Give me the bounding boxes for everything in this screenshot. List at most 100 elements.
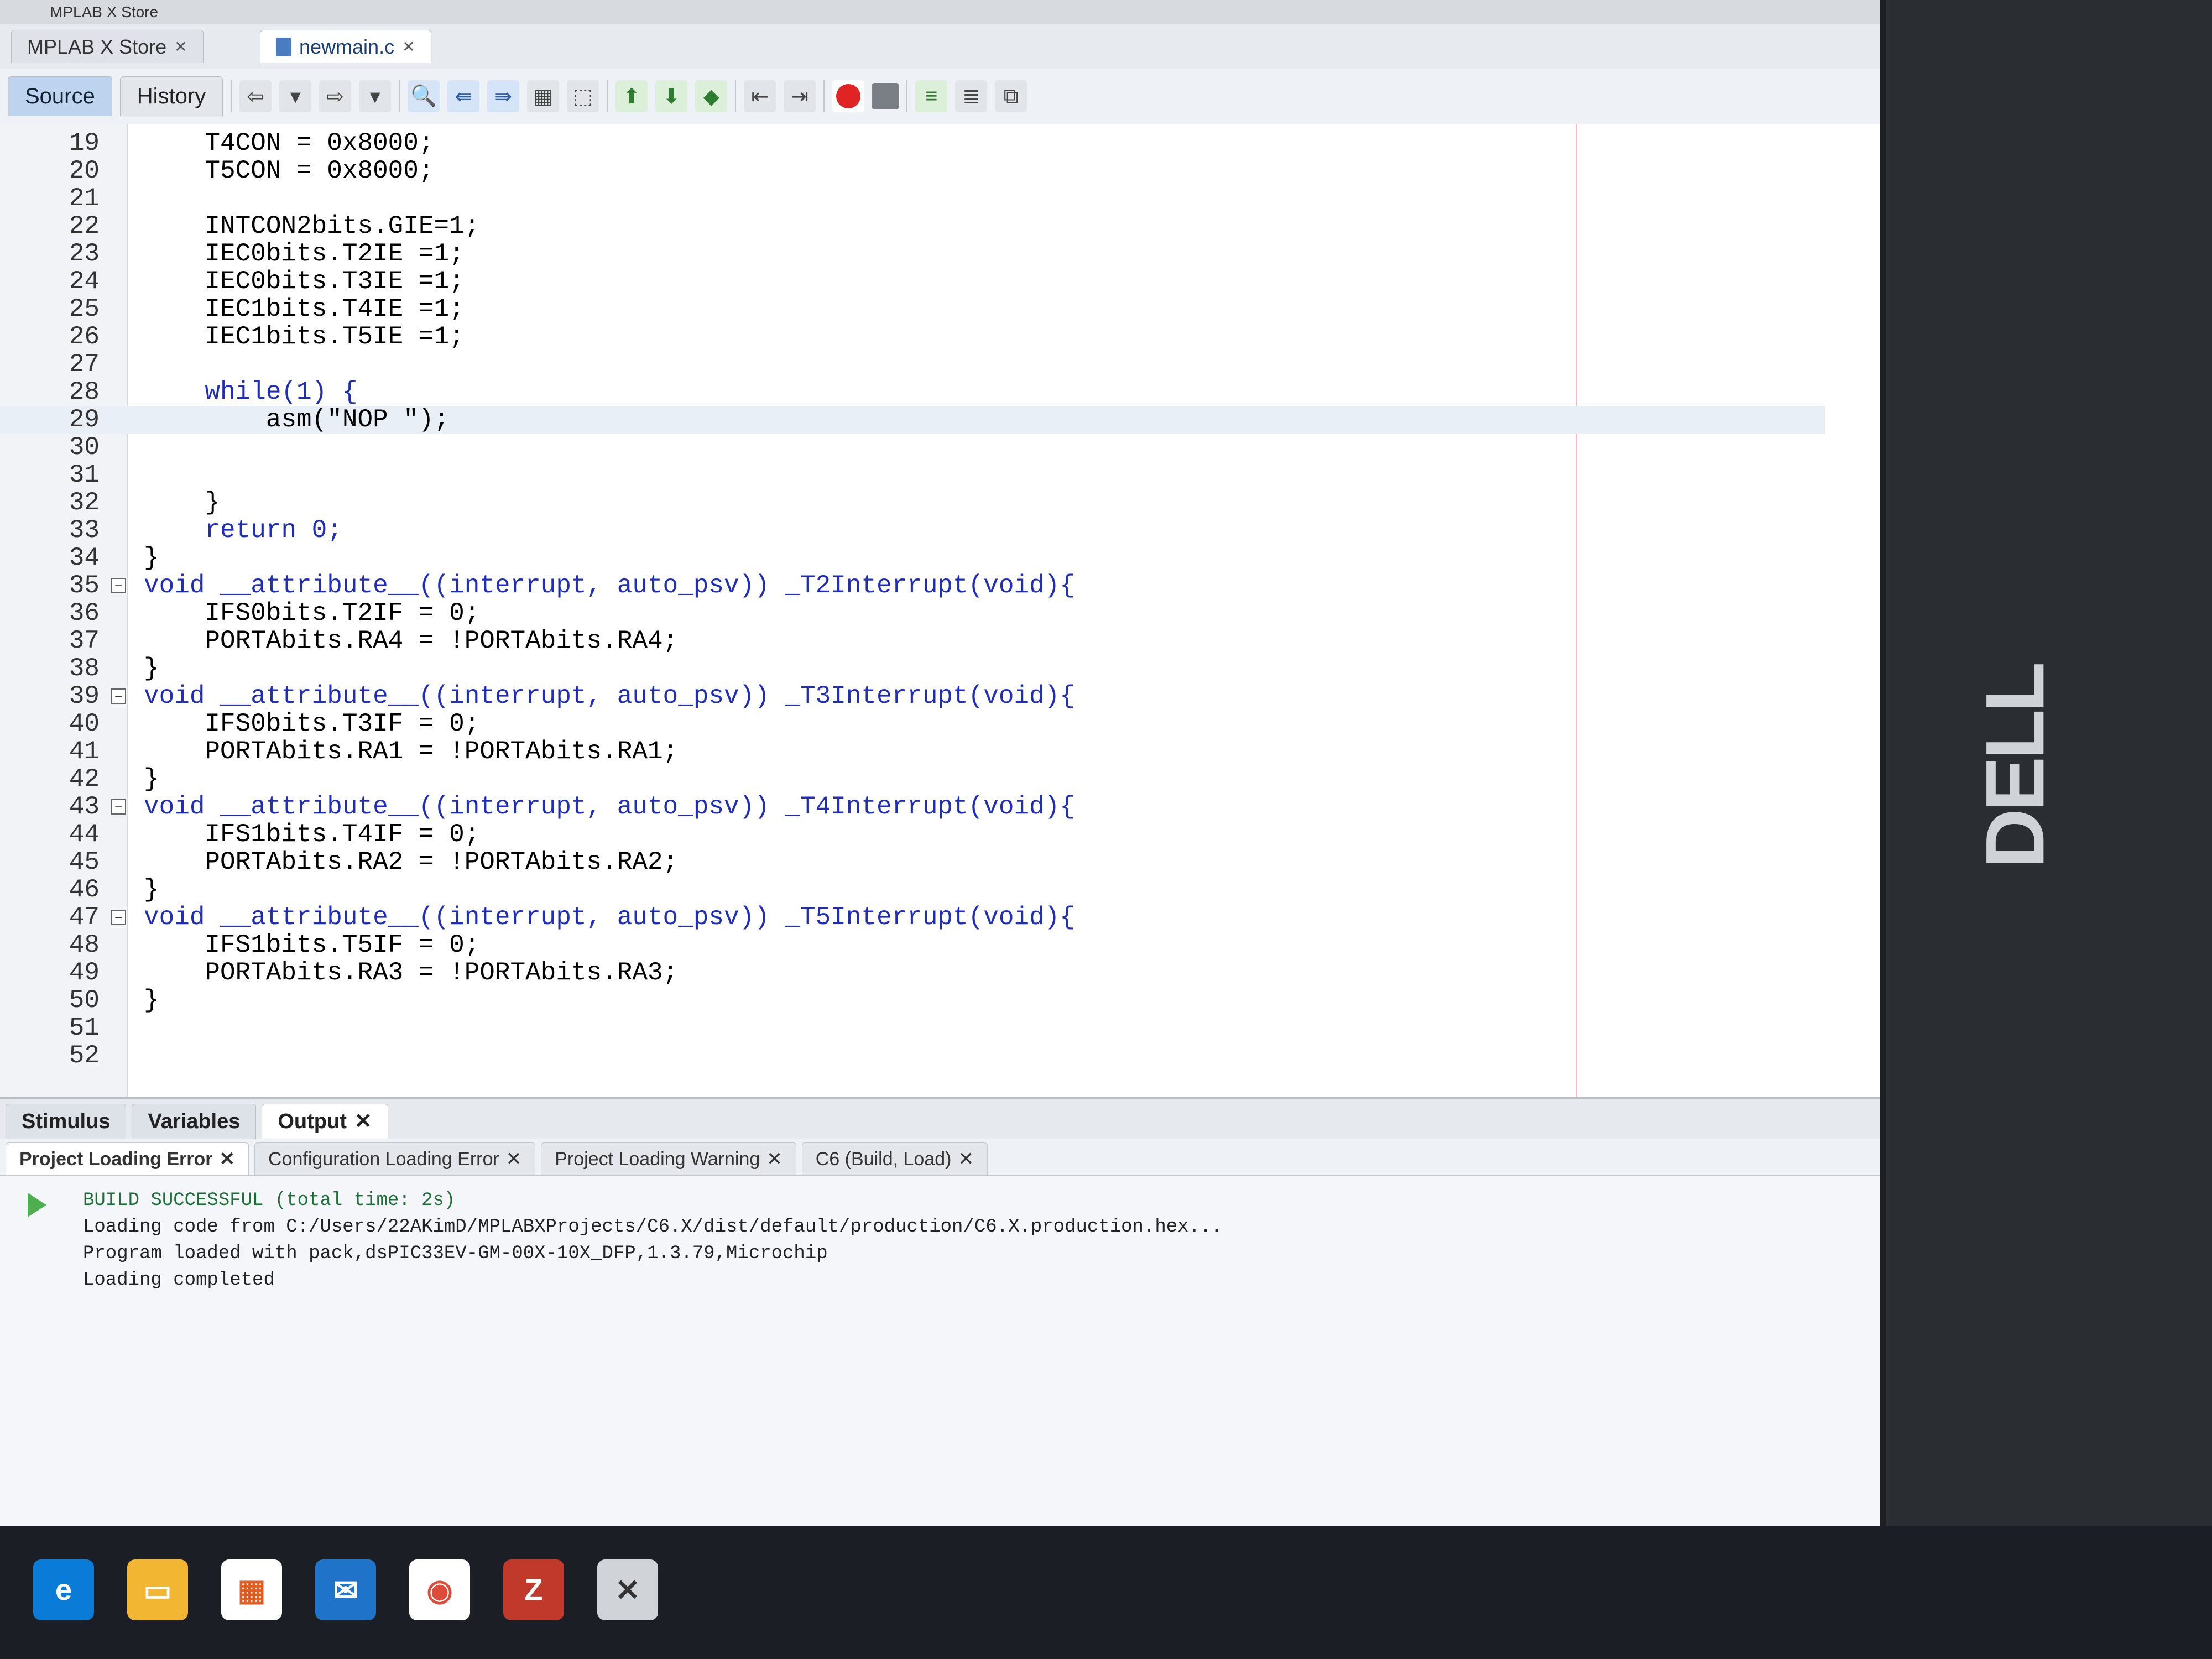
history-view-tab[interactable]: History bbox=[119, 76, 223, 116]
close-icon[interactable]: ✕ bbox=[174, 30, 187, 64]
toolbar-separator bbox=[735, 80, 737, 112]
forward-icon[interactable]: ⇨ bbox=[319, 80, 352, 112]
output-line: Loading completed bbox=[83, 1270, 275, 1291]
mplab-ide-icon[interactable]: ✕ bbox=[597, 1559, 658, 1620]
code-line[interactable]: 27 bbox=[0, 351, 1825, 378]
code-line[interactable]: 48 IFS1bits.T5IF = 0; bbox=[0, 931, 1825, 959]
code-text: T4CON = 0x8000; bbox=[144, 129, 434, 158]
code-text: INTCON2bits.GIE=1; bbox=[144, 212, 480, 241]
edge-browser-icon[interactable]: e bbox=[33, 1559, 94, 1620]
line-number: 31 bbox=[69, 461, 100, 489]
code-line[interactable]: 38} bbox=[0, 655, 1825, 682]
subtab-configuration-loading-error[interactable]: Configuration Loading Error ✕ bbox=[254, 1142, 536, 1175]
code-line[interactable]: 22 INTCON2bits.GIE=1; bbox=[0, 212, 1825, 240]
line-number: 50 bbox=[69, 986, 100, 1015]
line-number: 28 bbox=[69, 378, 100, 406]
code-line[interactable]: 41 PORTAbits.RA1 = !PORTAbits.RA1; bbox=[0, 738, 1825, 765]
line-number: 32 bbox=[69, 488, 100, 517]
tab-stimulus[interactable]: Stimulus bbox=[6, 1104, 127, 1139]
source-view-tab[interactable]: Source bbox=[8, 76, 112, 116]
shift-right-icon[interactable]: ⇥ bbox=[784, 80, 816, 112]
close-icon[interactable]: ✕ bbox=[220, 1143, 236, 1175]
current-code-line[interactable]: 29 asm("NOP "); bbox=[0, 406, 1825, 434]
file-explorer-icon[interactable]: ▭ bbox=[127, 1559, 188, 1620]
search-icon[interactable]: 🔍 bbox=[408, 80, 440, 112]
output-console[interactable]: BUILD SUCCESSFUL (total time: 2s) Loading… bbox=[83, 1187, 1223, 1293]
line-number: 42 bbox=[69, 765, 100, 794]
panel-tab-bar: Stimulus Variables Output ✕ bbox=[0, 1099, 1880, 1139]
next-bookmark-icon[interactable]: ⬇ bbox=[655, 80, 688, 112]
code-line[interactable]: 24 IEC0bits.T3IE =1; bbox=[0, 268, 1825, 295]
comment-icon[interactable]: ≡ bbox=[915, 80, 948, 112]
code-line[interactable]: 35 void __attribute__((interrupt, auto_ps… bbox=[0, 572, 1825, 599]
chrome-browser-icon[interactable]: ◉ bbox=[409, 1559, 470, 1620]
code-line[interactable]: 43 void __attribute__((interrupt, auto_ps… bbox=[0, 793, 1825, 821]
close-icon[interactable]: ✕ bbox=[958, 1143, 974, 1175]
pdf-reader-icon[interactable]: Z bbox=[503, 1559, 564, 1620]
code-line[interactable]: 46} bbox=[0, 876, 1825, 904]
line-number: 24 bbox=[69, 267, 100, 296]
code-line[interactable]: 20 T5CON = 0x8000; bbox=[0, 157, 1825, 185]
code-editor[interactable]: 19 T4CON = 0x8000; 20 T5CON = 0x8000; 21… bbox=[0, 124, 1880, 1097]
code-line[interactable]: 36 IFS0bits.T2IF = 0; bbox=[0, 599, 1825, 627]
close-icon[interactable]: ✕ bbox=[402, 30, 415, 64]
rerun-icon[interactable] bbox=[28, 1193, 46, 1217]
subtab-project-loading-error[interactable]: Project Loading Error ✕ bbox=[6, 1142, 249, 1175]
code-line[interactable]: 32 } bbox=[0, 489, 1825, 517]
subtab-project-loading-warning[interactable]: Project Loading Warning ✕ bbox=[541, 1142, 796, 1175]
code-line[interactable]: 31 bbox=[0, 461, 1825, 489]
stop-macro-icon[interactable] bbox=[872, 83, 899, 109]
code-line[interactable]: 21 bbox=[0, 185, 1825, 212]
editor-tab-bar: MPLAB X Store ✕ newmain.c ✕ bbox=[0, 24, 1880, 69]
code-line[interactable]: 40 IFS0bits.T3IF = 0; bbox=[0, 710, 1825, 738]
output-line: BUILD SUCCESSFUL (total time: 2s) bbox=[83, 1190, 456, 1211]
toolbar-separator bbox=[906, 80, 908, 112]
code-line[interactable]: 42} bbox=[0, 765, 1825, 793]
code-line[interactable]: 30 bbox=[0, 434, 1825, 461]
code-line[interactable]: 23 IEC0bits.T2IE =1; bbox=[0, 240, 1825, 268]
mail-icon[interactable]: ✉ bbox=[315, 1559, 376, 1620]
line-number: 49 bbox=[69, 958, 100, 987]
tab-variables[interactable]: Variables bbox=[132, 1104, 257, 1139]
store-icon[interactable]: ▦ bbox=[221, 1559, 282, 1620]
code-text: return 0; bbox=[144, 516, 342, 545]
code-line[interactable]: 44 IFS1bits.T4IF = 0; bbox=[0, 821, 1825, 848]
close-icon[interactable]: ✕ bbox=[506, 1143, 522, 1175]
record-macro-icon[interactable] bbox=[832, 80, 865, 112]
close-icon[interactable]: ✕ bbox=[354, 1104, 372, 1139]
window-title: MPLAB X Store bbox=[50, 3, 159, 20]
code-line[interactable]: 25 IEC1bits.T4IE =1; bbox=[0, 295, 1825, 323]
forward-dropdown-icon[interactable]: ▾ bbox=[359, 80, 392, 112]
tab-newmain[interactable]: newmain.c ✕ bbox=[260, 30, 431, 63]
code-line[interactable]: 26 IEC1bits.T5IE =1; bbox=[0, 323, 1825, 351]
find-next-icon[interactable]: ⇛ bbox=[487, 80, 520, 112]
toggle-bookmark-icon[interactable]: ◆ bbox=[695, 80, 728, 112]
shift-left-icon[interactable]: ⇤ bbox=[744, 80, 776, 112]
code-line[interactable]: 52 bbox=[0, 1042, 1825, 1070]
close-icon[interactable]: ✕ bbox=[766, 1143, 782, 1175]
previous-bookmark-icon[interactable]: ⬆ bbox=[615, 80, 648, 112]
code-line[interactable]: 50} bbox=[0, 987, 1825, 1014]
uncomment-icon[interactable]: ≣ bbox=[955, 80, 988, 112]
code-line[interactable]: 19 T4CON = 0x8000; bbox=[0, 129, 1825, 157]
code-line[interactable]: 49 PORTAbits.RA3 = !PORTAbits.RA3; bbox=[0, 959, 1825, 987]
code-line[interactable]: 51 bbox=[0, 1014, 1825, 1042]
line-number: 20 bbox=[69, 156, 100, 185]
back-dropdown-icon[interactable]: ▾ bbox=[279, 80, 312, 112]
toggle-highlight-icon[interactable]: ▦ bbox=[527, 80, 560, 112]
code-line[interactable]: 45 PORTAbits.RA2 = !PORTAbits.RA2; bbox=[0, 848, 1825, 876]
diff-icon[interactable]: ⧉ bbox=[995, 80, 1027, 112]
code-line[interactable]: 33 return 0; bbox=[0, 517, 1825, 544]
tab-store[interactable]: MPLAB X Store ✕ bbox=[11, 30, 204, 63]
code-line[interactable]: 37 PORTAbits.RA4 = !PORTAbits.RA4; bbox=[0, 627, 1825, 655]
code-line[interactable]: 39 void __attribute__((interrupt, auto_ps… bbox=[0, 682, 1825, 710]
code-line[interactable]: 47 void __attribute__((interrupt, auto_ps… bbox=[0, 904, 1825, 931]
last-edit-icon[interactable]: ⇦ bbox=[239, 80, 272, 112]
subtab-build-load[interactable]: C6 (Build, Load) ✕ bbox=[801, 1142, 988, 1175]
code-line[interactable]: 28 while(1) { bbox=[0, 378, 1825, 406]
find-previous-icon[interactable]: ⇚ bbox=[447, 80, 480, 112]
line-number: 34 bbox=[69, 544, 100, 572]
tab-output[interactable]: Output ✕ bbox=[262, 1104, 388, 1139]
code-line[interactable]: 34} bbox=[0, 544, 1825, 572]
toggle-selection-icon[interactable]: ⬚ bbox=[567, 80, 599, 112]
